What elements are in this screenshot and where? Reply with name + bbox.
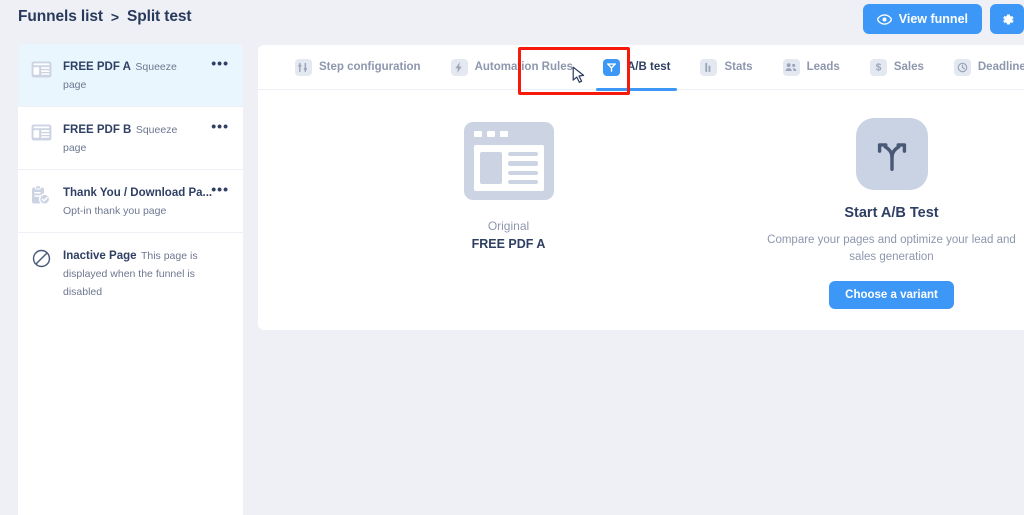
squeeze-page-icon — [30, 121, 52, 143]
tab-deadline-settings[interactable]: Deadline settings — [939, 45, 1024, 90]
choose-variant-button[interactable]: Choose a variant — [829, 281, 954, 309]
view-funnel-label: View funnel — [898, 12, 968, 26]
sidebar-item-free-pdf-b[interactable]: FREE PDF B Squeeze page ••• — [18, 107, 243, 170]
bar-chart-icon — [700, 58, 718, 76]
start-ab-test-panel: Start A/B Test Compare your pages and op… — [759, 118, 1024, 309]
app-header: Funnels list > Split test View funnel — [0, 0, 1024, 38]
tab-step-configuration[interactable]: Step configuration — [280, 45, 436, 90]
breadcrumb-separator-icon: > — [110, 9, 119, 25]
tab-label: Stats — [724, 61, 753, 73]
start-ab-test-description: Compare your pages and optimize your lea… — [767, 234, 1016, 263]
svg-text:$: $ — [876, 63, 882, 73]
tab-label: Leads — [806, 61, 840, 73]
sidebar-item-text: Thank You / Download Pa... Opt-in thank … — [63, 183, 212, 219]
ab-test-panel: Original FREE PDF A Start A/B Test Compa… — [258, 90, 1024, 329]
sidebar-item-text: Inactive Page This page is displayed whe… — [63, 246, 231, 300]
original-caption: Original — [487, 219, 530, 233]
gear-icon — [1000, 12, 1015, 27]
sidebar-item-inactive-page[interactable]: Inactive Page This page is displayed whe… — [18, 233, 243, 313]
sidebar-item-menu-icon[interactable]: ••• — [209, 182, 231, 196]
main-content-card: Step configuration Automation Rules A/B … — [258, 45, 1024, 330]
tab-sales[interactable]: $ Sales — [855, 45, 939, 90]
clipboard-check-icon — [30, 184, 52, 206]
split-test-icon — [602, 58, 620, 76]
header-actions: View funnel — [862, 4, 1024, 34]
eye-icon — [876, 13, 892, 25]
breadcrumb-current: Split test — [127, 8, 192, 25]
split-arrows-icon — [855, 118, 928, 190]
tab-leads[interactable]: Leads — [768, 45, 855, 90]
sidebar-item-subtitle: Opt-in thank you page — [63, 205, 167, 217]
tab-stats[interactable]: Stats — [685, 45, 767, 90]
view-funnel-button[interactable]: View funnel — [862, 4, 982, 34]
start-ab-test-title: Start A/B Test — [844, 205, 939, 221]
sliders-icon — [295, 58, 312, 76]
sidebar-item-title: FREE PDF B — [63, 124, 132, 136]
prohibited-icon — [30, 247, 52, 269]
dollar-icon: $ — [869, 58, 887, 76]
sidebar-item-free-pdf-a[interactable]: FREE PDF A Squeeze page ••• — [18, 44, 243, 107]
pages-sidebar: FREE PDF A Squeeze page ••• FREE PDF B S… — [18, 44, 243, 515]
tab-label: Step configuration — [319, 61, 421, 73]
sidebar-item-title: Inactive Page — [63, 250, 137, 262]
sidebar-item-text: FREE PDF A Squeeze page — [63, 57, 198, 93]
tab-label: Automation Rules — [474, 61, 573, 73]
sidebar-item-title: Thank You / Download Pa... — [63, 187, 213, 199]
sidebar-item-text: FREE PDF B Squeeze page — [63, 120, 198, 156]
tab-label: Sales — [893, 61, 924, 73]
original-page-panel: Original FREE PDF A — [258, 118, 759, 251]
page-thumbnail-icon — [463, 122, 554, 200]
breadcrumb: Funnels list > Split test — [18, 8, 192, 26]
bolt-icon — [450, 58, 468, 76]
tab-bar: Step configuration Automation Rules A/B … — [258, 45, 1024, 91]
sidebar-item-title: FREE PDF A — [63, 61, 131, 73]
clock-icon — [953, 58, 971, 76]
tab-label: Deadline settings — [977, 61, 1024, 73]
settings-button[interactable] — [990, 4, 1024, 34]
tab-automation-rules[interactable]: Automation Rules — [436, 45, 588, 90]
squeeze-page-icon — [30, 58, 52, 80]
sidebar-item-menu-icon[interactable]: ••• — [209, 56, 231, 70]
people-icon — [782, 58, 800, 76]
original-page-name: FREE PDF A — [471, 237, 546, 251]
sidebar-item-thank-you-page[interactable]: Thank You / Download Pa... Opt-in thank … — [18, 170, 243, 233]
breadcrumb-funnels-list[interactable]: Funnels list — [18, 8, 103, 26]
tab-label: A/B test — [626, 61, 671, 73]
tab-ab-test[interactable]: A/B test — [588, 45, 685, 91]
sidebar-item-menu-icon[interactable]: ••• — [209, 119, 231, 133]
